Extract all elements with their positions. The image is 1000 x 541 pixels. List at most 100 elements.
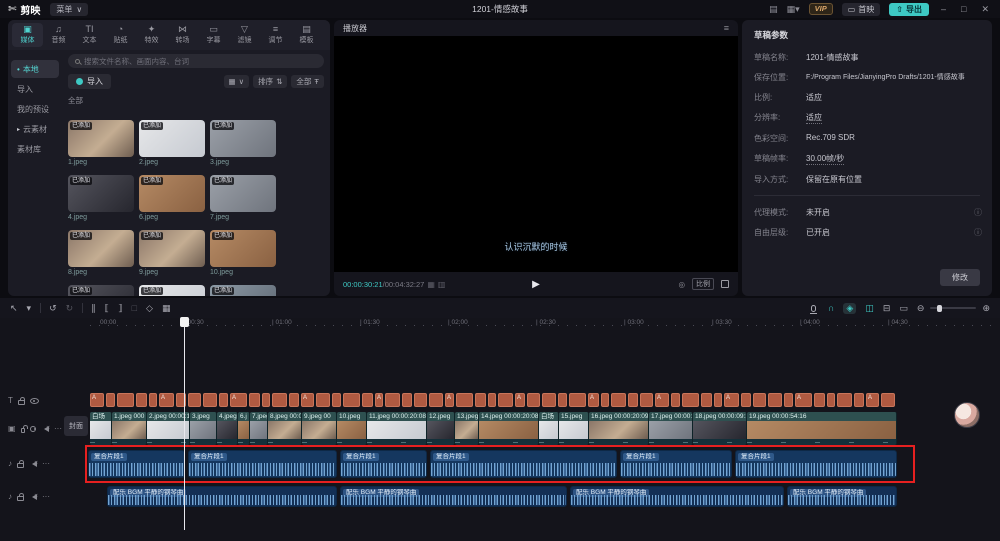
media-item[interactable]: 已添加6.jpeg xyxy=(139,175,205,221)
mute-icon[interactable] xyxy=(44,426,49,432)
video-track-icon[interactable]: ▣ xyxy=(8,425,16,433)
sidebar-item-素材库[interactable]: 素材库 xyxy=(11,140,59,158)
audio-clip[interactable]: 配乐 BGM 平静的钢琴曲 xyxy=(340,486,567,507)
subtitle-clip[interactable] xyxy=(272,393,287,407)
tab-转场[interactable]: ⋈转场 xyxy=(167,23,198,47)
media-item[interactable]: 已添加 xyxy=(210,285,276,296)
video-clip[interactable]: 11.jpeg 00:00:20:08 xyxy=(367,412,427,445)
subtitle-clip[interactable] xyxy=(714,393,722,407)
lock-icon[interactable] xyxy=(17,496,24,501)
sidebar-item-我的预设[interactable]: 我的预设 xyxy=(11,100,59,118)
tab-滤镜[interactable]: ▽滤镜 xyxy=(229,23,260,47)
magnet-toggle-icon[interactable]: ∩ xyxy=(828,303,834,313)
timeline-ruler[interactable]: 00:00| 00:30| 01:00| 01:30| 02:00| 02:30… xyxy=(0,318,1000,330)
subtitle-clip[interactable] xyxy=(854,393,864,407)
frame-grid2-icon[interactable]: ▥ xyxy=(438,280,446,289)
media-item[interactable]: 已添加 xyxy=(68,285,134,296)
device-preview-icon[interactable]: ▤ xyxy=(769,4,778,15)
video-clip[interactable]: 19.jpeg 00:00:54:16 xyxy=(747,412,897,445)
video-clip[interactable]: 8.jpeg 00:00:16:0 xyxy=(268,412,302,445)
media-item[interactable]: 已添加8.jpeg xyxy=(68,230,134,276)
subtitle-clip[interactable] xyxy=(475,393,486,407)
audio-clip[interactable]: 配乐 BGM 平静的钢琴曲 xyxy=(107,486,337,507)
video-clip[interactable]: 6.j xyxy=(238,412,250,445)
search-input[interactable] xyxy=(84,57,317,66)
subtitle-clip[interactable] xyxy=(827,393,835,407)
video-clip[interactable]: 白场 xyxy=(539,412,559,445)
tab-音频[interactable]: ♫音频 xyxy=(43,23,74,47)
video-clip[interactable]: 15.jpeg xyxy=(559,412,589,445)
subtitle-clip[interactable]: A xyxy=(230,393,247,407)
subtitle-clip[interactable] xyxy=(249,393,260,407)
subtitle-clip[interactable] xyxy=(219,393,228,407)
subtitle-clip[interactable]: A xyxy=(515,393,525,407)
lock-icon[interactable] xyxy=(17,463,24,468)
more-icon[interactable]: ··· xyxy=(42,460,50,468)
subtitle-clip[interactable] xyxy=(601,393,609,407)
media-item[interactable]: 已添加 xyxy=(139,285,205,296)
sidebar-item-导入[interactable]: 导入 xyxy=(11,80,59,98)
video-clip[interactable]: 4.jpeg xyxy=(217,412,238,445)
subtitle-clip[interactable] xyxy=(768,393,782,407)
cover-button[interactable]: 封面 xyxy=(64,416,88,436)
subtitle-clip[interactable] xyxy=(362,393,373,407)
search-bar[interactable] xyxy=(68,54,324,68)
subtitle-clip[interactable] xyxy=(343,393,360,407)
tab-媒体[interactable]: ▣媒体 xyxy=(12,23,43,47)
video-clip[interactable]: 1.jpeg 000 xyxy=(112,412,147,445)
subtitle-clip[interactable] xyxy=(262,393,270,407)
delete-icon[interactable]: □ xyxy=(132,303,137,313)
frame-grid-icon[interactable]: ▦ xyxy=(427,280,435,289)
video-clip[interactable]: 10.jpeg xyxy=(337,412,367,445)
select-tool-icon[interactable]: ↖ xyxy=(10,303,18,314)
monitor-icon[interactable]: ▭ xyxy=(899,303,908,314)
subtitle-clip[interactable] xyxy=(558,393,567,407)
eye-icon[interactable] xyxy=(30,426,36,432)
import-button[interactable]: 导入 xyxy=(68,74,111,89)
vip-badge[interactable]: VIP xyxy=(809,3,833,15)
more-icon[interactable]: ··· xyxy=(54,425,62,433)
subtitle-clip[interactable] xyxy=(188,393,201,407)
subtitle-clip[interactable] xyxy=(814,393,825,407)
sort-button[interactable]: 排序 ⇅ xyxy=(253,75,287,88)
audio-clip[interactable]: 配乐 BGM 平静的钢琴曲 xyxy=(787,486,897,507)
media-item[interactable]: 已添加7.jpeg xyxy=(210,175,276,221)
info-icon[interactable]: ⓘ xyxy=(974,227,982,238)
playhead-handle[interactable] xyxy=(180,317,189,327)
subtitle-clip[interactable] xyxy=(682,393,699,407)
subtitle-clip[interactable] xyxy=(149,393,157,407)
subtitle-clip[interactable] xyxy=(741,393,751,407)
maximize-button[interactable]: □ xyxy=(958,4,969,14)
video-clip[interactable]: 17.jpeg 00:00:17:21 xyxy=(649,412,693,445)
subtitle-clip[interactable] xyxy=(753,393,766,407)
link-toggle-icon[interactable]: ◈ xyxy=(843,303,856,314)
subtitle-clip[interactable]: A xyxy=(866,393,879,407)
subtitle-clip[interactable]: A xyxy=(159,393,174,407)
video-viewport[interactable]: 认识沉默的时候 xyxy=(334,36,738,272)
subtitle-clip[interactable] xyxy=(628,393,638,407)
subtitle-clip[interactable] xyxy=(316,393,330,407)
subtitle-clip[interactable] xyxy=(332,393,341,407)
mask-icon[interactable]: ◇ xyxy=(146,303,153,314)
video-clip[interactable]: 14.jpeg 00:00:20:08 xyxy=(479,412,539,445)
menu-button[interactable]: 菜单 ∨ xyxy=(50,3,88,16)
modify-button[interactable]: 修改 xyxy=(940,269,980,286)
subtitle-clip[interactable] xyxy=(106,393,115,407)
subtitle-clip[interactable] xyxy=(136,393,147,407)
subtitle-clip[interactable]: A xyxy=(301,393,314,407)
filter-button[interactable]: 全部 Ŧ xyxy=(291,75,324,88)
player-menu-icon[interactable]: ≡ xyxy=(724,23,729,33)
subtitle-clip[interactable]: A xyxy=(445,393,454,407)
media-item[interactable]: 已添加10.jpeg xyxy=(210,230,276,276)
mute-icon[interactable] xyxy=(32,461,37,467)
video-clip[interactable]: 18.jpeg 00:00:09:11 xyxy=(693,412,747,445)
zoom-out-icon[interactable]: ⊖ xyxy=(917,303,925,314)
mute-icon[interactable] xyxy=(32,494,37,500)
split-icon[interactable]: ∥ xyxy=(91,303,96,314)
track-snap-icon[interactable]: ⊟ xyxy=(883,303,891,314)
info-icon[interactable]: ⓘ xyxy=(974,207,982,218)
draft-row-value[interactable]: 30.00帧/秒 xyxy=(806,153,844,165)
ratio-button[interactable]: 比例 xyxy=(692,278,714,290)
subtitle-clip[interactable]: A xyxy=(655,393,669,407)
video-clip[interactable]: 13.jpeg 00 xyxy=(455,412,479,445)
